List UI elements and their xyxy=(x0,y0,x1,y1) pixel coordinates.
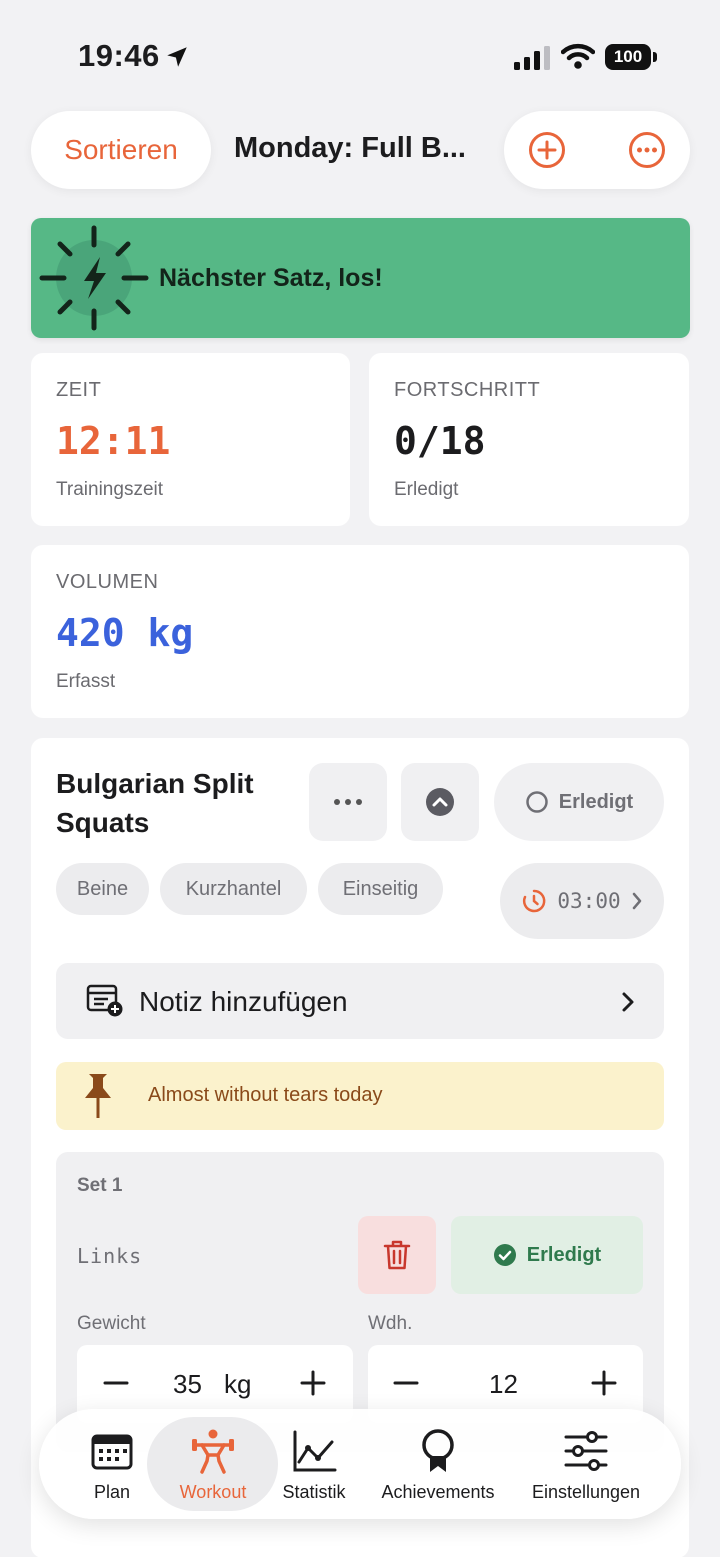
timer-icon xyxy=(523,889,546,913)
pinned-note: Almost without tears today xyxy=(56,1062,664,1130)
ribbon-icon xyxy=(422,1429,454,1472)
add-note-row[interactable]: Notiz hinzufügen xyxy=(56,963,664,1039)
tab-label: Achievements xyxy=(381,1482,495,1502)
add-note-label: Notiz hinzufügen xyxy=(139,986,348,1017)
tag-chip: Einseitig xyxy=(318,863,443,915)
rest-timer-button[interactable]: 03:00 xyxy=(500,863,664,939)
set-title: Set 1 xyxy=(77,1175,123,1196)
pinned-note-text: Almost without tears today xyxy=(148,1084,383,1106)
ellipsis-icon xyxy=(334,799,362,805)
more-circle-icon[interactable] xyxy=(628,131,666,169)
chevron-up-circle-icon xyxy=(426,788,454,816)
tag-chip: Kurzhantel xyxy=(160,863,307,915)
tab-statistik[interactable]: Statistik xyxy=(275,1409,353,1519)
empty-circle-icon xyxy=(526,791,548,813)
trash-icon xyxy=(383,1240,411,1270)
calendar-icon xyxy=(91,1434,133,1470)
note-add-icon xyxy=(86,984,123,1017)
plus-icon[interactable] xyxy=(293,1363,333,1403)
pushpin-icon xyxy=(85,1074,111,1118)
time-value: 12:11 xyxy=(56,419,171,463)
weight-value[interactable]: 35 xyxy=(173,1369,202,1400)
tab-label: Plan xyxy=(93,1482,131,1502)
progress-label: FORTSCHRITT xyxy=(394,379,541,401)
set-done-label: Erledigt xyxy=(526,1243,602,1266)
progress-sub: Erledigt xyxy=(394,479,459,500)
sliders-icon xyxy=(564,1431,608,1471)
exercise-title: Bulgarian Split Squats xyxy=(56,768,254,838)
rest-timer-value: 03:00 xyxy=(557,889,621,913)
tab-achievements[interactable]: Achievements xyxy=(375,1409,501,1519)
tab-label: Workout xyxy=(179,1482,247,1502)
tag-chip: Beine xyxy=(56,863,149,915)
banner-text: Nächster Satz, los! xyxy=(159,264,383,292)
sort-button[interactable]: Sortieren xyxy=(31,111,211,189)
add-circle-icon[interactable] xyxy=(528,131,566,169)
exercise-done-toggle[interactable]: Erledigt xyxy=(494,763,664,841)
tab-workout[interactable]: Workout xyxy=(157,1409,269,1519)
nav-actions xyxy=(504,111,690,189)
set-row: Set 1 Links Erledigt Gewicht Wdh. 35 kg … xyxy=(56,1152,664,1452)
volume-value: 420 kg xyxy=(56,611,194,655)
lightning-burst-icon xyxy=(39,225,149,331)
collapse-button[interactable] xyxy=(401,763,479,841)
progress-card: FORTSCHRITT 0/18 Erledigt xyxy=(369,353,689,526)
tab-label: Einstellungen xyxy=(531,1482,641,1502)
volume-card: VOLUMEN 420 kg Erfasst xyxy=(31,545,689,718)
tab-label: Statistik xyxy=(282,1482,346,1502)
plus-icon[interactable] xyxy=(584,1363,624,1403)
tab-plan[interactable]: Plan xyxy=(79,1409,145,1519)
chart-icon xyxy=(293,1430,337,1472)
location-arrow-icon xyxy=(167,47,187,67)
progress-value: 0/18 xyxy=(394,419,486,463)
page-title: Monday: Full B... xyxy=(234,132,466,164)
chevron-right-icon xyxy=(622,992,634,1012)
tab-einstellungen[interactable]: Einstellungen xyxy=(525,1409,647,1519)
battery-level: 100 xyxy=(605,44,651,70)
time-sub: Trainingszeit xyxy=(56,479,164,500)
status-bar: 19:46 100 xyxy=(0,0,720,110)
cellular-signal-icon xyxy=(514,46,550,70)
reps-label: Wdh. xyxy=(368,1313,413,1334)
set-side-label: Links xyxy=(77,1244,143,1268)
wifi-icon xyxy=(561,43,595,69)
chevron-right-icon xyxy=(632,892,641,910)
minus-icon[interactable] xyxy=(386,1363,426,1403)
weight-unit: kg xyxy=(224,1369,252,1399)
set-done-button[interactable]: Erledigt xyxy=(451,1216,643,1294)
volume-label: VOLUMEN xyxy=(56,571,159,593)
reps-value[interactable]: 12 xyxy=(489,1369,518,1400)
status-time: 19:46 xyxy=(78,38,160,73)
volume-sub: Erfasst xyxy=(56,671,116,692)
weightlifter-icon xyxy=(192,1429,234,1474)
minus-icon[interactable] xyxy=(96,1363,136,1403)
weight-label: Gewicht xyxy=(77,1313,146,1334)
delete-set-button[interactable] xyxy=(358,1216,436,1294)
exercise-more-button[interactable] xyxy=(309,763,387,841)
battery-icon: 100 xyxy=(605,44,657,70)
check-circle-icon xyxy=(493,1244,516,1266)
time-card: ZEIT 12:11 Trainingszeit xyxy=(31,353,350,526)
time-label: ZEIT xyxy=(56,379,102,401)
exercise-done-label: Erledigt xyxy=(558,790,634,813)
tab-bar: Plan Workout Statistik Achievements Eins… xyxy=(39,1409,681,1519)
